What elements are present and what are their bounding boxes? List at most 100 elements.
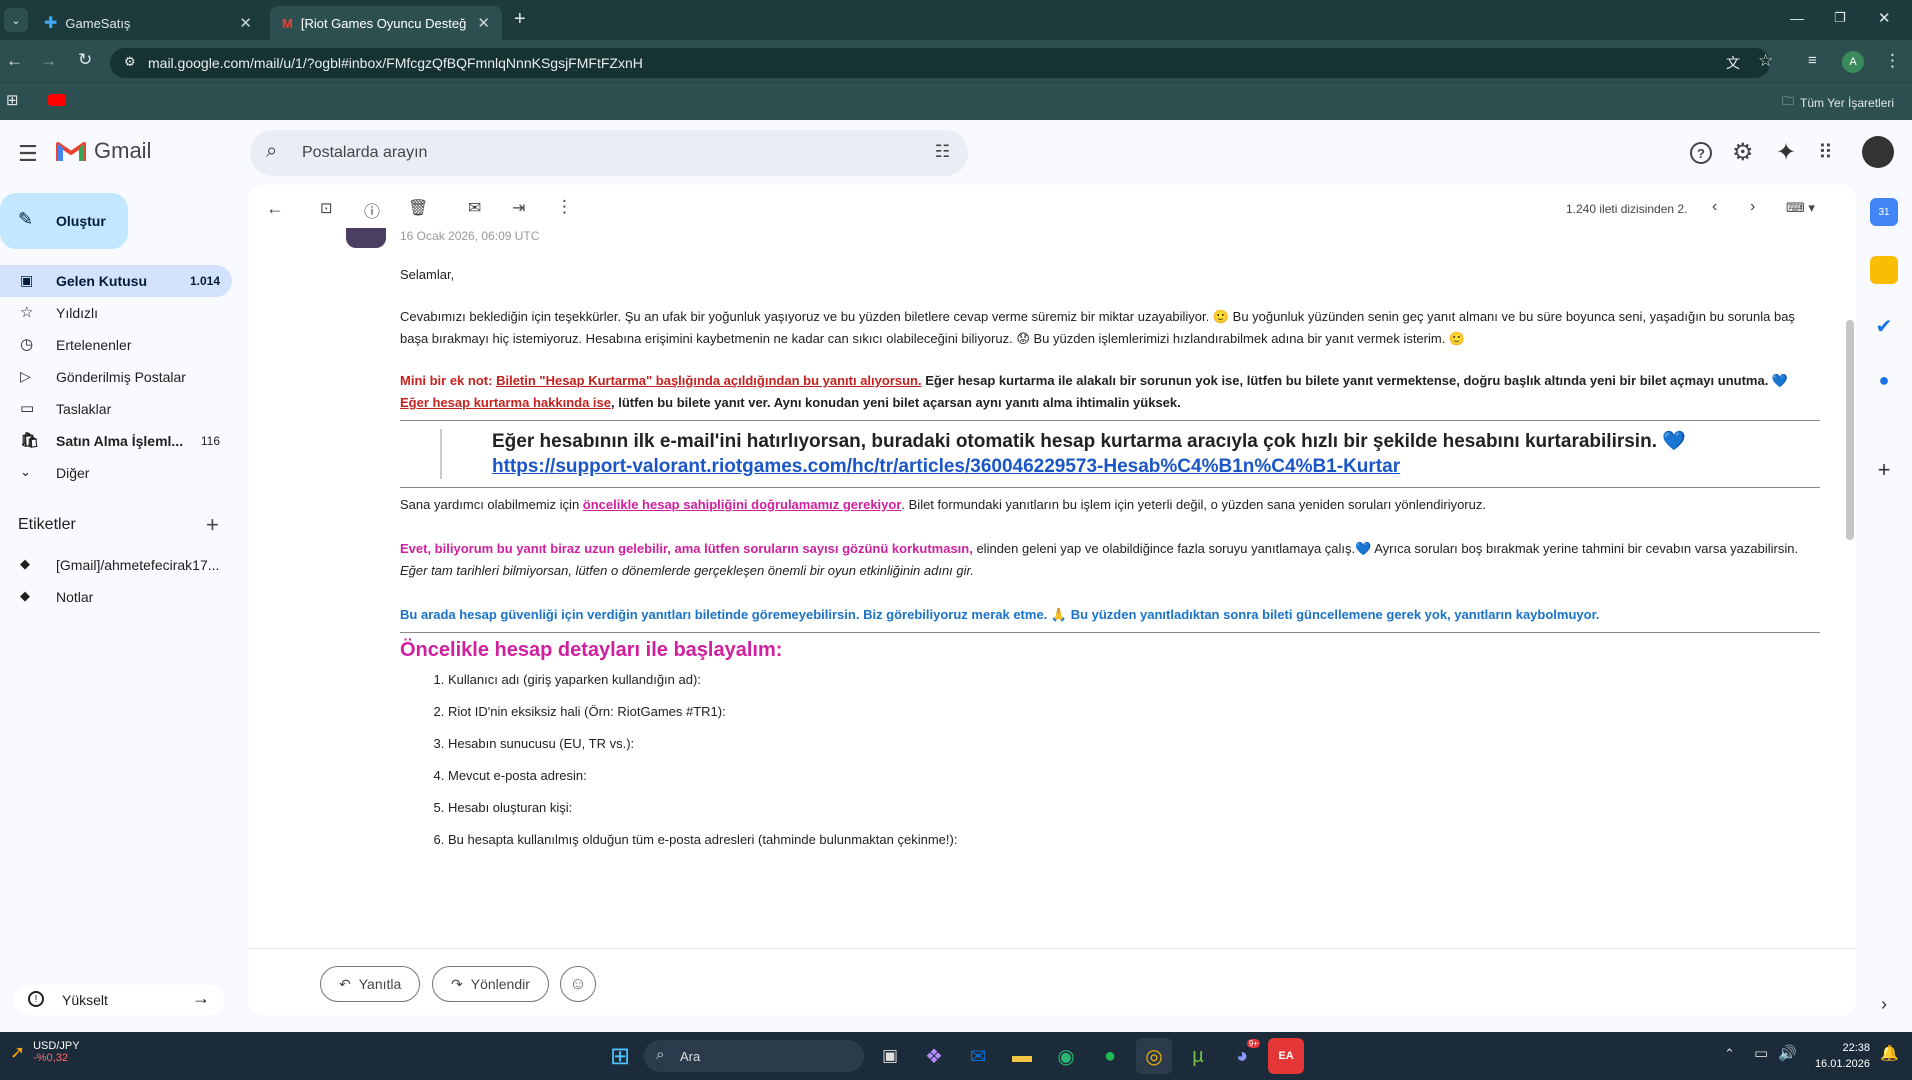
close-tab-icon[interactable]: ✕ [477,14,490,32]
move-to-icon[interactable]: ⇥ [512,198,525,218]
get-addons-icon[interactable]: + [1870,456,1898,484]
volume-icon[interactable]: 🔊 [1778,1044,1797,1062]
sidebar-item-snoozed[interactable]: ◷ Ertelenenler [0,329,232,361]
network-icon[interactable]: ▭ [1754,1044,1768,1062]
new-tab-icon[interactable]: + [514,8,526,31]
ea-app-icon[interactable]: EA [1268,1038,1304,1074]
sidebar-item-more[interactable]: ⌄ Diğer [0,457,232,489]
input-tools-icon[interactable]: ⌨ ▾ [1786,200,1815,216]
youtube-icon[interactable] [48,94,66,106]
spotify-icon[interactable]: ● [1092,1038,1128,1074]
recovery-quote: Eğer hesabının ilk e-mail'ini hatırlıyor… [440,429,1820,479]
sidebar-item-purchases[interactable]: 🛍 Satın Alma İşleml... 116 [0,425,232,457]
search-options-icon[interactable]: ☷ [935,142,950,162]
utorrent-icon[interactable]: µ [1180,1038,1216,1074]
contacts-icon[interactable]: ● [1870,366,1898,394]
tab-gamesatis[interactable]: ✚ GameSatış ✕ [32,6,264,40]
list-item: Hesabın sunucusu (EU, TR vs.): [448,733,1820,755]
main-menu-icon[interactable]: ☰ [18,141,38,167]
recovery-tool-link[interactable]: https://support-valorant.riotgames.com/h… [492,456,1400,477]
label-item[interactable]: ◆ Notlar [0,581,232,613]
copilot-icon[interactable]: ❖ [916,1038,952,1074]
file-explorer-icon[interactable]: ▬ [1004,1038,1040,1074]
mail-search-bar[interactable]: ⌕ Postalarda arayın ☷ [250,130,968,176]
forward-icon: ↷ [451,975,463,992]
taskbar-search[interactable]: ⌕ Ara [644,1040,864,1072]
tray-overflow-icon[interactable]: ⌃ [1724,1046,1735,1062]
archive-icon[interactable]: ⊡ [320,199,333,217]
discord-icon[interactable]: ◕ 9+ [1224,1038,1260,1074]
settings-gear-icon[interactable]: ⚙ [1732,138,1754,167]
gmail-logo[interactable]: Gmail [56,138,151,164]
back-icon[interactable]: ← [6,51,23,71]
tab-title: GameSatış [65,15,131,31]
scrollbar[interactable] [1846,320,1854,540]
stock-widget[interactable]: ➚ USD/JPY -%0,32 [10,1040,80,1064]
address-bar[interactable]: ⚙ mail.google.com/mail/u/1/?ogbl#inbox/F… [110,48,1770,78]
search-icon[interactable]: ⌕ [266,140,277,163]
bookmark-star-icon[interactable]: ☆ [1758,51,1773,71]
folder-icon: 🗀 [1782,94,1795,108]
verification-link[interactable]: öncelikle hesap sahipliğini doğrulamamız… [583,497,902,512]
tab-riot-support[interactable]: M [Riot Games Oyuncu Desteği] Y ✕ [270,6,502,40]
next-message-icon[interactable]: › [1750,198,1755,216]
delete-icon[interactable]: 🗑 [408,198,428,218]
stock-text: USD/JPY -%0,32 [33,1040,79,1064]
notification-bell-icon[interactable]: 🔔 [1880,1044,1899,1062]
browser-menu-icon[interactable]: ⋮ [1884,51,1901,71]
mark-unread-icon[interactable]: ✉ [468,198,481,218]
reload-icon[interactable]: ↻ [78,50,92,70]
outlook-icon[interactable]: ✉ [960,1038,996,1074]
forward-button[interactable]: ↷ Yönlendir [432,966,549,1002]
gmail-favicon-icon: M [282,15,293,31]
label-item[interactable]: ◆ [Gmail]/ahmetefecirak17... [0,549,232,581]
add-label-icon[interactable]: + [206,512,219,538]
tab-search-icon[interactable]: ⌄ [4,8,28,32]
forward-icon[interactable]: → [40,51,57,71]
prev-message-icon[interactable]: ‹ [1712,198,1717,216]
profile-avatar[interactable]: A [1842,51,1864,73]
sidebar-item-sent[interactable]: ▷ Gönderilmiş Postalar [0,361,232,393]
restore-icon[interactable]: ❐ [1834,10,1846,26]
sender-avatar [346,228,386,248]
report-spam-icon[interactable]: ⓘ [364,198,380,222]
reading-list-icon[interactable]: ≡ [1808,52,1817,69]
task-view-icon[interactable]: ▣ [872,1038,908,1074]
search-input[interactable]: Postalarda arayın [302,144,427,162]
bookmarks-bar [0,82,1912,120]
compose-button[interactable]: ✎ Oluştur [0,193,128,249]
site-info-icon[interactable]: ⚙ [124,54,136,70]
start-icon[interactable]: ⊞ [602,1038,638,1074]
more-actions-icon[interactable]: ⋮ [556,197,573,217]
google-apps-icon[interactable]: ⠿ [1818,140,1833,165]
chevron-down-icon: ⌄ [20,464,31,479]
close-tab-icon[interactable]: ✕ [239,14,252,32]
note-link[interactable]: Biletin "Hesap Kurtarma" başlığında açıl… [496,373,922,388]
clock[interactable]: 22:38 16.01.2026 [1814,1040,1870,1072]
tasks-icon[interactable]: ✔ [1870,312,1898,340]
calendar-icon[interactable]: 31 [1870,198,1898,226]
sidebar-item-drafts[interactable]: ▭ Taslaklar [0,393,232,425]
clock-time: 22:38 [1842,1042,1870,1054]
minimize-icon[interactable]: — [1790,10,1804,26]
emoji-reaction-button[interactable]: ☺ [560,966,596,1002]
chrome-icon[interactable]: ◎ [1136,1038,1172,1074]
close-window-icon[interactable]: ✕ [1878,9,1891,27]
sidebar-item-inbox[interactable]: ▣ Gelen Kutusu 1.014 [0,265,232,297]
reply-button[interactable]: ↶ Yanıtla [320,966,421,1002]
sidebar-item-starred[interactable]: ☆ Yıldızlı [0,297,232,329]
upgrade-label: Yükselt [62,992,108,1008]
apps-grid-icon[interactable]: ⊞ [6,91,19,109]
translate-icon[interactable]: ⽂ [1726,53,1740,73]
arrow-right-icon: → [192,988,210,1008]
gemini-sparkle-icon[interactable]: ✦ [1776,138,1796,167]
back-to-inbox-icon[interactable]: ← [266,198,284,219]
account-avatar[interactable] [1862,136,1894,168]
help-icon[interactable]: ? [1690,142,1712,164]
edge-icon[interactable]: ◉ [1048,1038,1084,1074]
all-bookmarks[interactable]: 🗀 Tüm Yer İşaretleri [1782,92,1894,113]
note2-link[interactable]: Eğer hesap kurtarma hakkında ise [400,395,611,410]
upgrade-button[interactable]: ! Yükselt → [14,985,224,1015]
keep-icon[interactable] [1870,256,1898,284]
hide-side-panel-icon[interactable]: › [1870,990,1898,1018]
